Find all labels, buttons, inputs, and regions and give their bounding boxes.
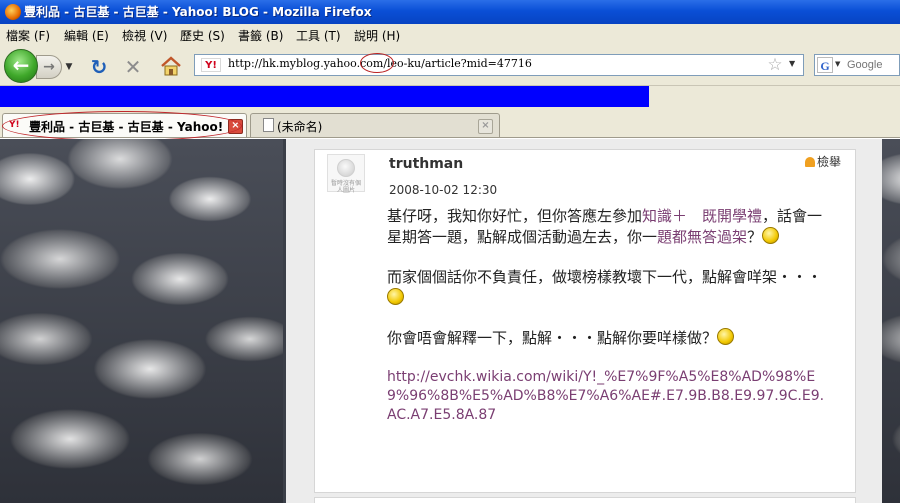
reload-icon[interactable]: ↻: [88, 56, 110, 78]
next-comment-card: [314, 497, 856, 503]
avatar-caption: 暫時沒有個人圖片: [330, 180, 361, 194]
home-icon[interactable]: [160, 55, 182, 77]
tab-untitled[interactable]: (未命名) ×: [250, 113, 500, 137]
comment-card: 暫時沒有個人圖片 truthman 2008-10-02 12:30 檢舉 基仔…: [314, 149, 856, 493]
chevron-down-icon[interactable]: ▼: [835, 60, 840, 68]
inline-link[interactable]: 知識＋ 既開學禮: [642, 207, 762, 225]
menu-tools[interactable]: 工具 (T): [296, 27, 341, 44]
chevron-down-icon[interactable]: ▼: [789, 59, 795, 68]
comment-paragraph: 你會唔會解釋一下，點解・・・點解你要咩樣做？: [387, 328, 827, 349]
report-label: 檢舉: [817, 155, 842, 169]
cloud-background: [882, 139, 900, 503]
tab-annotation-circle: [2, 111, 242, 141]
menu-bookmarks[interactable]: 書籤 (B): [238, 27, 283, 44]
avatar[interactable]: 暫時沒有個人圖片: [327, 154, 365, 194]
comment-date: 2008-10-02 12:30: [389, 183, 498, 197]
search-box[interactable]: G ▼: [814, 54, 900, 76]
menu-edit[interactable]: 編輯 (E): [64, 27, 109, 44]
inline-link[interactable]: 題都無答過架: [657, 228, 747, 246]
comment-text: 基仔呀，我知你好忙，但你答應左參加: [387, 207, 643, 225]
page-icon: [263, 118, 274, 132]
menu-bar: 檔案 (F) 編輯 (E) 檢視 (V) 歷史 (S) 書籤 (B) 工具 (T…: [0, 24, 900, 46]
google-icon[interactable]: G: [817, 57, 833, 73]
firefox-icon: [5, 4, 21, 20]
smiley-icon: [387, 288, 404, 305]
chevron-down-icon[interactable]: ▼: [63, 59, 75, 75]
menu-file[interactable]: 檔案 (F): [6, 27, 50, 44]
back-button[interactable]: ←: [4, 49, 38, 83]
comment-text: 你會唔會解釋一下，點解・・・點解你要咩樣做？: [387, 329, 718, 347]
yahoo-site-icon: Y!: [201, 58, 221, 72]
page-content: 暫時沒有個人圖片 truthman 2008-10-02 12:30 檢舉 基仔…: [0, 139, 900, 503]
comment-body: 基仔呀，我知你好忙，但你答應左參加知識＋ 既開學禮，話會一星期答一題，點解成個活…: [387, 206, 827, 425]
menu-help[interactable]: 說明 (H): [354, 27, 400, 44]
comment-paragraph: 基仔呀，我知你好忙，但你答應左參加知識＋ 既開學禮，話會一星期答一題，點解成個活…: [387, 206, 827, 248]
tab-label: (未命名): [277, 120, 323, 134]
comment-text: ？: [747, 228, 763, 246]
bookmark-star-icon[interactable]: ☆: [765, 55, 785, 75]
smiley-icon: [717, 328, 735, 345]
search-input[interactable]: [847, 57, 899, 73]
blog-column: 暫時沒有個人圖片 truthman 2008-10-02 12:30 檢舉 基仔…: [286, 139, 882, 503]
avatar-placeholder-icon: [337, 159, 355, 177]
cloud-background: [0, 139, 283, 503]
commenter-name[interactable]: truthman: [389, 156, 463, 172]
blue-bar: [0, 86, 649, 107]
window-title: 豐利品 - 古巨基 - 古巨基 - Yahoo! BLOG - Mozilla …: [24, 5, 372, 19]
report-link[interactable]: 檢舉: [805, 153, 841, 170]
menu-history[interactable]: 歷史 (S): [180, 27, 225, 44]
stop-icon[interactable]: ✕: [122, 56, 144, 78]
comment-url-link[interactable]: http://evchk.wikia.com/wiki/Y!_%E7%9F%A5…: [387, 368, 827, 425]
forward-button[interactable]: →: [36, 55, 62, 79]
comment-text: 而家個個話你不負責任，做壞榜樣教壞下一代，點解會咩架・・・: [387, 268, 823, 286]
close-icon[interactable]: ×: [478, 119, 493, 134]
bell-icon: [805, 157, 815, 167]
window-title-bar: 豐利品 - 古巨基 - 古巨基 - Yahoo! BLOG - Mozilla …: [0, 0, 900, 24]
url-annotation-circle: [360, 53, 394, 73]
comment-paragraph: 而家個個話你不負責任，做壞榜樣教壞下一代，點解會咩架・・・: [387, 267, 827, 309]
url-bar[interactable]: Y! http://hk.myblog.yahoo.com/leo-ku/art…: [194, 53, 804, 76]
smiley-icon: [762, 227, 780, 244]
menu-view[interactable]: 檢視 (V): [122, 27, 167, 44]
tab-strip: Y! 豐利品 - 古巨基 - 古巨基 - Yahoo! BLOG × (未命名)…: [0, 109, 900, 141]
